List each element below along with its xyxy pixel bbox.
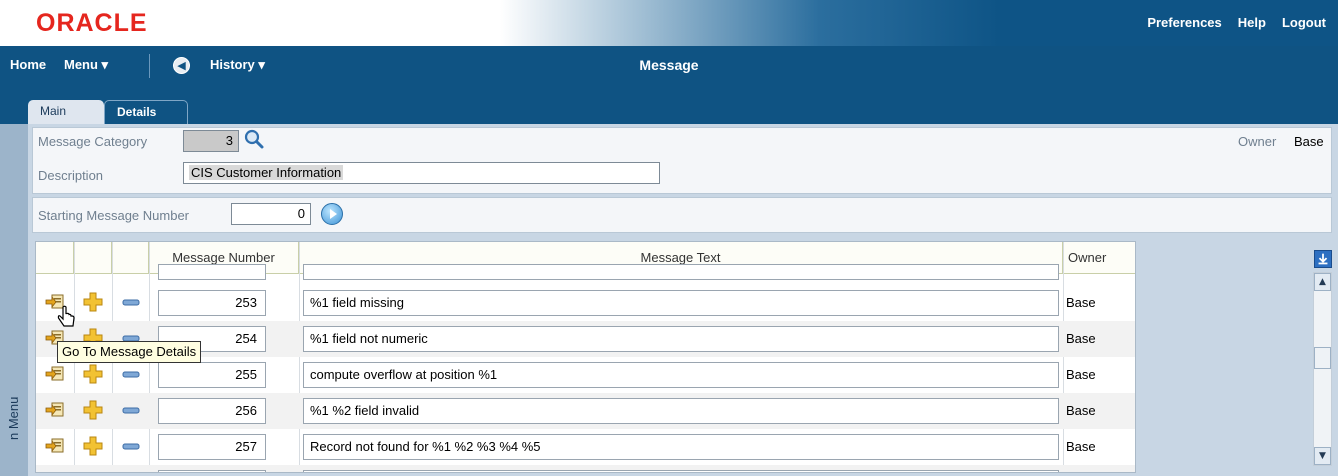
header-owner[interactable]: Owner [1063,242,1135,274]
scroll-thumb[interactable] [1314,347,1331,369]
go-search-icon[interactable] [321,203,343,225]
table-row: 256 %1 %2 field invalid Base [36,393,1135,429]
message-number-field[interactable]: 256 [158,398,266,424]
description-value: CIS Customer Information [189,165,344,180]
oracle-logo: ORACLE [36,9,148,37]
scroll-up-icon[interactable]: ▲ [1314,273,1331,291]
message-text-field[interactable]: compute overflow at position %1 [303,362,1059,388]
owner-cell: Base [1066,367,1096,382]
go-to-details-icon[interactable] [44,399,66,421]
message-number-field[interactable]: 253 [158,290,266,316]
owner-cell: Base [1066,295,1096,310]
text-field-partial [303,264,1059,280]
number-field-partial [158,470,266,472]
page-title: Message [639,57,699,73]
owner-label: Owner [1238,134,1277,149]
vertical-scrollbar[interactable]: ▲ ▼ [1313,272,1332,466]
owner-cell: Base [1066,439,1096,454]
logout-link[interactable]: Logout [1282,15,1326,30]
description-label: Description [38,168,104,183]
download-icon[interactable] [1314,250,1332,268]
remove-row-icon[interactable] [120,399,142,421]
text-field-partial [303,470,1059,472]
side-menu-label[interactable]: n Menu [6,397,21,440]
category-label: Message Category [38,134,148,149]
number-field-partial [158,264,266,280]
tab-details[interactable]: Details [104,100,188,124]
category-field[interactable]: 3 [183,130,239,152]
message-number-field[interactable]: 255 [158,362,266,388]
header-remove-column [112,242,149,274]
add-row-icon[interactable] [82,399,104,421]
header-add-column [74,242,112,274]
scroll-down-icon[interactable]: ▼ [1314,447,1331,465]
table-row: 253 %1 field missing Base [36,285,1135,321]
add-row-icon[interactable] [82,435,104,457]
start-number-label: Starting Message Number [38,208,190,223]
table-row-partial [36,465,1135,472]
top-links: Preferences Help Logout [1147,15,1326,30]
search-panel [32,197,1332,233]
owner-cell: Base [1066,403,1096,418]
go-to-details-tooltip: Go To Message Details [57,341,202,363]
help-link[interactable]: Help [1238,15,1266,30]
go-to-details-icon[interactable] [44,363,66,385]
remove-row-icon[interactable] [120,363,142,385]
message-text-field[interactable]: %1 field missing [303,290,1059,316]
tab-bar [0,86,1338,124]
go-to-details-icon[interactable] [44,435,66,457]
remove-row-icon[interactable] [120,435,142,457]
message-text-field[interactable]: %1 %2 field invalid [303,398,1059,424]
table-row-partial [36,264,1135,284]
preferences-link[interactable]: Preferences [1147,15,1221,30]
header-go-column [36,242,74,274]
description-field[interactable]: CIS Customer Information [183,162,660,184]
message-text-field[interactable]: Record not found for %1 %2 %3 %4 %5 [303,434,1059,460]
message-number-field[interactable]: 257 [158,434,266,460]
hand-cursor-icon [57,305,75,327]
table-row: 257 Record not found for %1 %2 %3 %4 %5 Ba… [36,429,1135,465]
remove-row-icon[interactable] [120,291,142,313]
add-row-icon[interactable] [82,291,104,313]
owner-value: Base [1294,134,1324,149]
owner-cell: Base [1066,331,1096,346]
search-icon[interactable] [243,128,265,150]
header-bar: ORACLE Preferences Help Logout [0,0,1338,46]
add-row-icon[interactable] [82,363,104,385]
tab-main[interactable]: Main [28,100,104,124]
message-text-field[interactable]: %1 field not numeric [303,326,1059,352]
start-number-field[interactable]: 0 [231,203,311,225]
